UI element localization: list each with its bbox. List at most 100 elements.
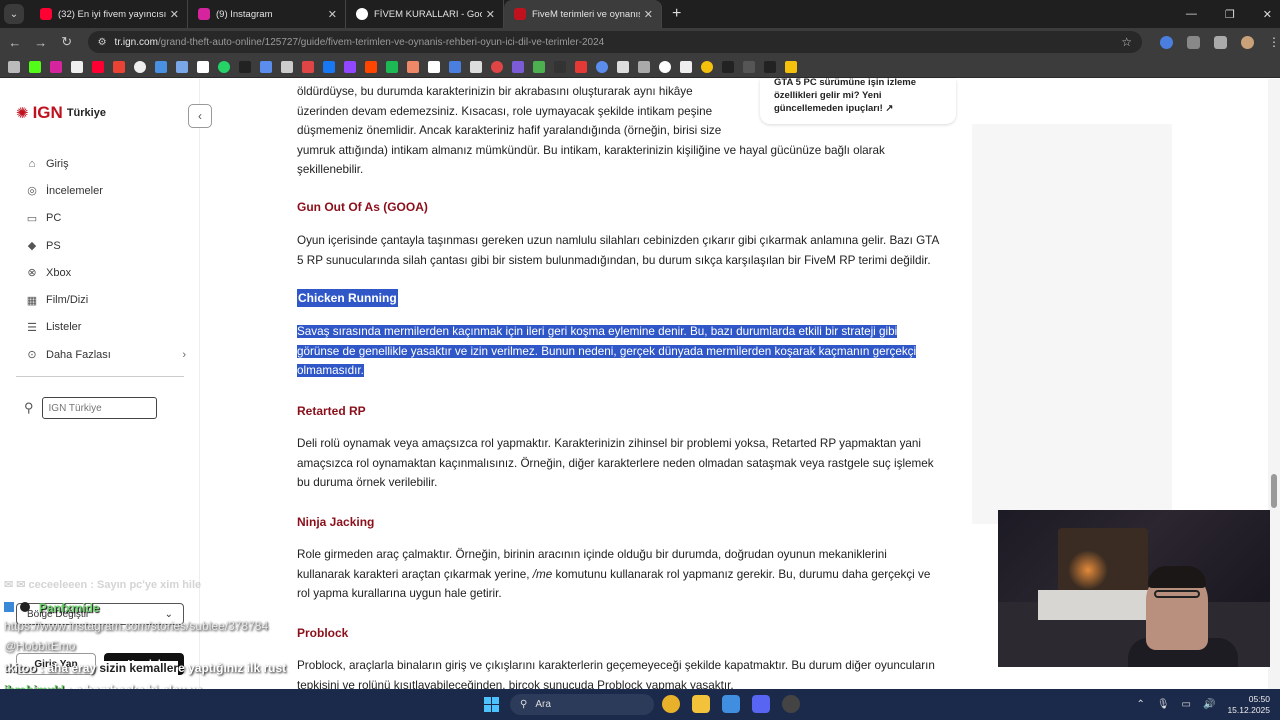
sidebar-item-listeler[interactable]: ☰ Listeler bbox=[26, 314, 186, 341]
section-heading: Retarted RP bbox=[297, 404, 366, 418]
chat-message: https://www.instagram.com/stories/sublee… bbox=[4, 619, 269, 633]
bookmark-icon[interactable] bbox=[176, 60, 188, 73]
bookmark-icon[interactable] bbox=[680, 60, 692, 73]
url-bar[interactable]: ⚙ tr.ign.com /grand-theft-auto-online/12… bbox=[87, 31, 1142, 53]
bookmark-icon[interactable] bbox=[365, 60, 377, 73]
close-window-icon[interactable]: ✕ bbox=[1263, 8, 1272, 21]
ign-turkiye-logo[interactable]: ✺ IGN Türkiye bbox=[16, 103, 106, 123]
bookmark-icon[interactable] bbox=[617, 60, 629, 73]
folder-icon[interactable] bbox=[785, 60, 797, 73]
avatar[interactable] bbox=[1241, 35, 1254, 49]
bookmark-icon[interactable] bbox=[701, 60, 713, 73]
apps-icon[interactable] bbox=[8, 60, 20, 73]
chevron-up-icon[interactable]: ⌃ bbox=[1136, 699, 1144, 710]
text-line: kullanarak karakteri araçtan çıkarmak ye… bbox=[297, 567, 533, 581]
bookmark-icon[interactable] bbox=[197, 60, 209, 73]
bookmark-icon[interactable] bbox=[743, 60, 755, 73]
reload-icon[interactable]: ↻ bbox=[54, 34, 80, 50]
bookmark-icon[interactable] bbox=[722, 60, 734, 73]
bookmark-icon[interactable] bbox=[659, 60, 671, 73]
taskbar-search[interactable]: ⚲ Ara bbox=[510, 694, 654, 715]
sidebar-item-incelemeler[interactable]: ◎ İncelemeler bbox=[26, 177, 186, 204]
sidebar-item-pc[interactable]: ▭ PC bbox=[26, 205, 186, 232]
bookmark-icon[interactable] bbox=[491, 60, 503, 73]
volume-icon[interactable]: 🔊 bbox=[1203, 699, 1215, 710]
app-icon[interactable] bbox=[782, 695, 800, 713]
close-icon[interactable]: ✕ bbox=[486, 8, 495, 21]
windows-start-icon[interactable] bbox=[484, 697, 499, 712]
chevron-right-icon: › bbox=[182, 348, 186, 361]
bookmark-icon[interactable] bbox=[260, 60, 272, 73]
search-input[interactable] bbox=[41, 397, 157, 419]
minimize-icon[interactable]: — bbox=[1186, 8, 1197, 20]
menu-icon[interactable]: ⋮ bbox=[1268, 35, 1280, 49]
bookmark-icon[interactable] bbox=[344, 60, 356, 73]
sidebar-item-ps[interactable]: ◆ PS bbox=[26, 232, 186, 259]
bookmark-icon[interactable] bbox=[449, 60, 461, 73]
collapse-sidebar-button[interactable]: ‹ bbox=[188, 104, 212, 128]
tab-ign-active[interactable]: FiveM terimleri ve oynanış rehb ✕ bbox=[504, 0, 662, 28]
clock-date: 15.12.2025 bbox=[1227, 704, 1270, 715]
taskbar-search-label: Ara bbox=[535, 699, 551, 710]
bookmark-icon[interactable] bbox=[239, 60, 251, 73]
scroll-thumb[interactable] bbox=[1271, 474, 1277, 508]
webcam-glasses bbox=[1154, 590, 1200, 598]
bookmark-icon[interactable] bbox=[323, 60, 335, 73]
puzzle-icon[interactable] bbox=[1187, 35, 1200, 49]
close-icon[interactable]: ✕ bbox=[328, 8, 337, 21]
bookmark-icon[interactable] bbox=[218, 60, 230, 73]
badge-icon bbox=[20, 602, 31, 612]
chrome-icon[interactable] bbox=[662, 695, 680, 713]
sidebar-item-daha-fazlasi[interactable]: ⊙ Daha Fazlası › bbox=[26, 341, 186, 368]
bookmark-star-icon[interactable]: ☆ bbox=[1121, 35, 1132, 49]
bookmark-icon[interactable] bbox=[470, 60, 482, 73]
bookmark-icon[interactable] bbox=[596, 60, 608, 73]
bookmark-icon[interactable] bbox=[302, 60, 314, 73]
search-icon[interactable]: ⚲ bbox=[24, 400, 34, 416]
tab-youtube[interactable]: (32) En iyi fivem yayıncısı? #five ✕ bbox=[30, 0, 188, 28]
bookmark-icon[interactable] bbox=[29, 60, 41, 73]
bookmark-icon[interactable] bbox=[386, 60, 398, 73]
maximize-icon[interactable]: ❐ bbox=[1225, 8, 1235, 21]
bookmark-icon[interactable] bbox=[638, 60, 650, 73]
media-icon[interactable] bbox=[1214, 35, 1227, 49]
bookmark-icon[interactable] bbox=[155, 60, 167, 73]
bookmark-icon[interactable] bbox=[554, 60, 566, 73]
forward-icon[interactable]: → bbox=[28, 35, 54, 50]
bookmark-icon[interactable] bbox=[407, 60, 419, 73]
bookmark-icon[interactable] bbox=[71, 60, 83, 73]
sidebar-search: ⚲ bbox=[24, 397, 157, 419]
bookmark-icon[interactable] bbox=[512, 60, 524, 73]
display-icon[interactable]: ▭ bbox=[1182, 699, 1191, 710]
sidebar-item-xbox[interactable]: ⊗ Xbox bbox=[26, 259, 186, 286]
bookmark-icon[interactable] bbox=[281, 60, 293, 73]
site-info-icon[interactable]: ⚙ bbox=[98, 37, 107, 48]
tab-instagram[interactable]: (9) Instagram ✕ bbox=[188, 0, 346, 28]
sidebar-item-film-dizi[interactable]: ▦ Film/Dizi bbox=[26, 286, 186, 313]
discord-icon[interactable] bbox=[752, 695, 770, 713]
file-explorer-icon[interactable] bbox=[692, 695, 710, 713]
bookmark-icon[interactable] bbox=[764, 60, 776, 73]
close-icon[interactable]: ✕ bbox=[170, 8, 179, 21]
bookmark-icon[interactable] bbox=[113, 60, 125, 73]
microphone-icon[interactable]: 🎙 bbox=[1157, 699, 1170, 710]
extension-icon[interactable] bbox=[1160, 35, 1173, 49]
sidebar-item-giris[interactable]: ⌂ Giriş bbox=[26, 150, 186, 177]
photos-icon[interactable] bbox=[722, 695, 740, 713]
close-icon[interactable]: ✕ bbox=[644, 8, 653, 21]
tab-search-button[interactable]: ⌄ bbox=[4, 4, 24, 24]
back-icon[interactable]: ← bbox=[2, 35, 28, 50]
bookmark-icon[interactable] bbox=[92, 60, 104, 73]
bookmark-icon[interactable] bbox=[533, 60, 545, 73]
bookmark-icon[interactable] bbox=[428, 60, 440, 73]
sidebar-item-label: Giriş bbox=[46, 157, 69, 170]
clock[interactable]: 05:50 15.12.2025 bbox=[1227, 694, 1270, 716]
text-line: rol yapma kurallarına uygun hale getirir… bbox=[297, 587, 502, 600]
command-text: /me bbox=[532, 567, 553, 581]
bookmark-icon[interactable] bbox=[50, 60, 62, 73]
tab-google[interactable]: FİVEM KURALLARI - Google'da ✕ bbox=[346, 0, 504, 28]
sidebar-item-label: PS bbox=[46, 239, 61, 252]
new-tab-icon[interactable]: + bbox=[672, 5, 681, 23]
bookmark-icon[interactable] bbox=[134, 60, 146, 73]
bookmark-icon[interactable] bbox=[575, 60, 587, 73]
